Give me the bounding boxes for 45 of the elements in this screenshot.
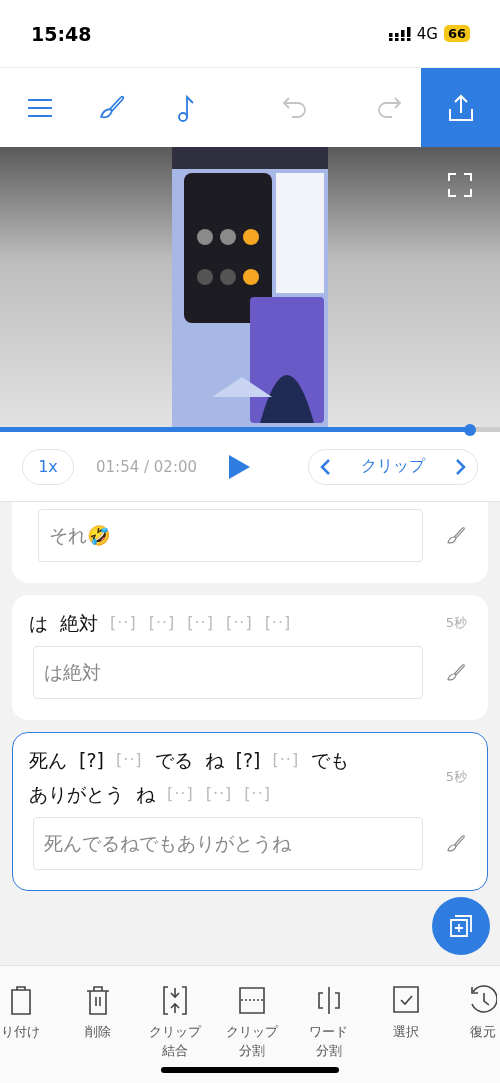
checkbox-icon (391, 984, 420, 1016)
next-clip-button[interactable] (455, 457, 467, 476)
transcript-word[interactable]: 絶対 (60, 608, 98, 638)
play-icon (228, 454, 250, 479)
transcript-word[interactable]: でも (311, 745, 350, 775)
delete-tool[interactable]: 削除 (59, 984, 136, 1060)
transcript-word[interactable]: ね (204, 745, 224, 775)
network-type: 4G (416, 24, 438, 43)
split-icon (237, 984, 266, 1016)
battery-level: 66 (443, 25, 470, 42)
transcript-word[interactable]: は (29, 608, 48, 638)
duration-label: 5秒 (445, 768, 467, 786)
chevron-right-icon (455, 457, 467, 476)
text-field[interactable]: は絶対 (33, 646, 423, 699)
transcript-word[interactable]: 死ん (29, 745, 67, 775)
transcript-card[interactable]: それ🤣 (12, 502, 488, 583)
transcript-word[interactable]: [?] (79, 745, 104, 775)
word-split-tool[interactable]: ワード 分割 (290, 984, 367, 1060)
previous-clip-button[interactable] (319, 457, 331, 476)
duration-label: 5秒 (445, 614, 467, 632)
transcript-word[interactable]: でる (154, 745, 193, 775)
clip-label: クリップ (361, 456, 425, 477)
copy-plus-icon (447, 912, 475, 940)
playback-time: 01:54 / 02:00 (96, 457, 199, 476)
export-button[interactable] (421, 68, 500, 147)
text-field[interactable]: 死んでるねでもありがとうね (33, 817, 423, 870)
chevron-left-icon (319, 457, 331, 476)
transcript-card[interactable]: 死ん [?] [··] でる ね [?] [··] でも ありがとう ね [··] [··] [··] 5秒 死んでるねでもありがとうね (12, 732, 488, 891)
merge-icon (160, 984, 189, 1016)
speed-button[interactable]: 1x (22, 448, 74, 485)
split-tool[interactable]: クリップ 分割 (213, 984, 290, 1060)
signal-icon (388, 26, 411, 41)
transcript-card[interactable]: は 絶対 [··] [··] [··] [··] [··] 5秒 は絶対 (12, 595, 488, 720)
merge-tool[interactable]: クリップ 結合 (136, 984, 213, 1060)
text-field[interactable]: それ🤣 (38, 509, 423, 562)
transcript-word[interactable]: ね (136, 779, 155, 809)
transcript-word[interactable]: ありがとう (29, 779, 124, 809)
clock-time: 15:48 (30, 22, 93, 45)
history-icon (468, 984, 497, 1016)
select-tool[interactable]: 選択 (367, 984, 444, 1060)
paste-tool[interactable]: り付け (0, 984, 59, 1060)
transcript-word[interactable]: [?] (235, 745, 261, 775)
restore-tool[interactable]: 復元 (444, 984, 500, 1060)
fullscreen-icon[interactable] (448, 173, 472, 197)
add-clip-button[interactable] (432, 897, 490, 955)
